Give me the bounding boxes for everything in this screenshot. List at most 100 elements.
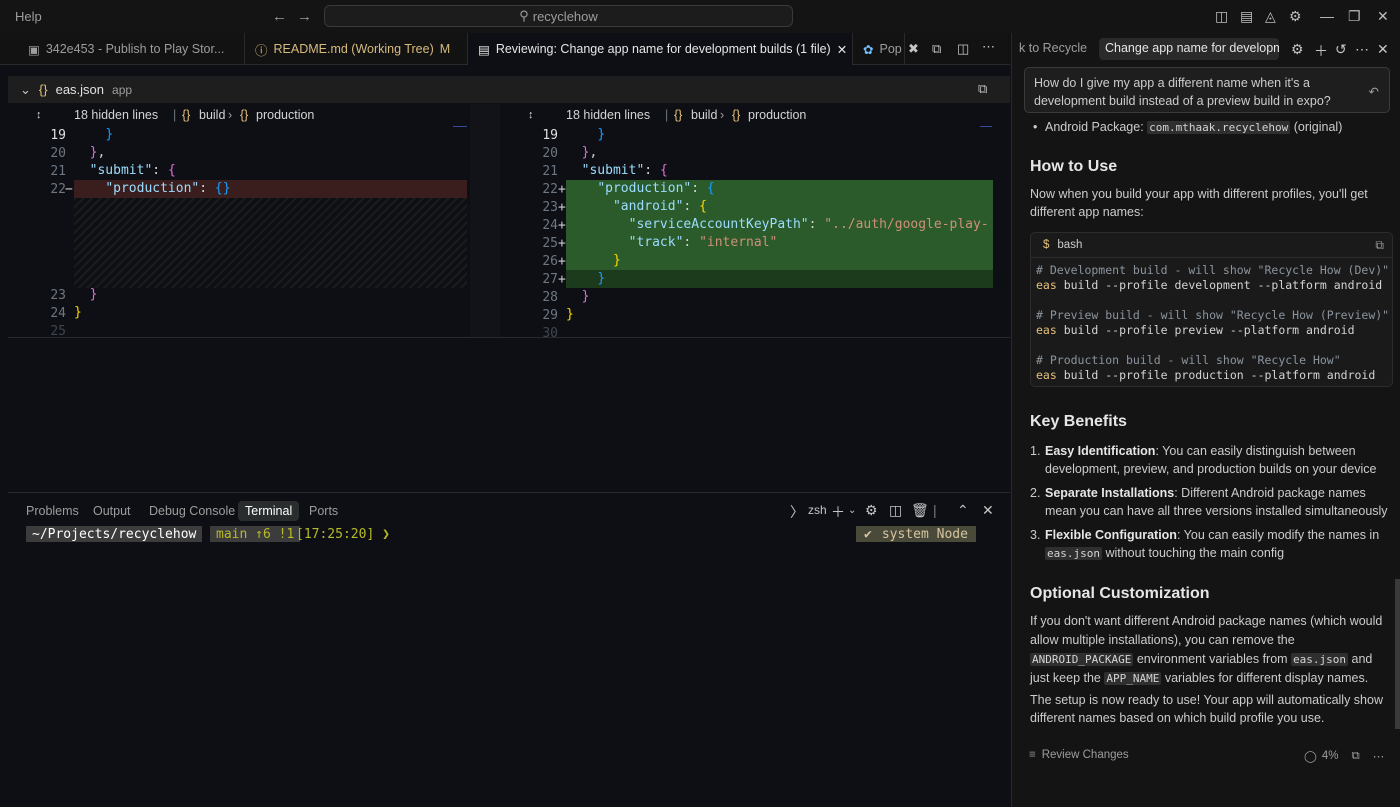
code-line: } bbox=[105, 127, 114, 142]
breadcrumb-build[interactable]: build bbox=[691, 108, 717, 122]
chevron-down-icon[interactable]: ⌄ bbox=[20, 82, 31, 98]
copy-icon[interactable]: ⧉ bbox=[932, 41, 941, 57]
code-line: "production": { bbox=[597, 181, 715, 196]
more-actions-icon[interactable]: ⋯ bbox=[1355, 41, 1369, 58]
menu-help[interactable]: Help bbox=[15, 9, 42, 24]
history-icon[interactable]: ↺ bbox=[1335, 41, 1347, 58]
chat-tab-previous[interactable]: k to Recycle bbox=[1019, 41, 1087, 55]
close-tab-icon[interactable]: ✕ bbox=[837, 42, 847, 57]
panel-tab-output[interactable]: Output bbox=[86, 501, 138, 521]
review-icon: ▤ bbox=[478, 42, 490, 57]
panel-tab-ports[interactable]: Ports bbox=[302, 501, 345, 521]
breadcrumb-production[interactable]: production bbox=[748, 108, 806, 122]
chat-tab-active[interactable]: Change app name for developmen bbox=[1099, 38, 1279, 60]
addition-marker: + bbox=[558, 200, 566, 215]
gear-icon[interactable]: ⚙ bbox=[865, 502, 878, 519]
benefit-item: 1. Easy Identification: You can easily di… bbox=[1030, 444, 1377, 476]
hidden-lines-bar[interactable]: ↕ 18 hidden lines | {} build › {} produc… bbox=[500, 104, 994, 126]
tab-pop[interactable]: ✿ Pop bbox=[853, 33, 905, 65]
breadcrumb-production[interactable]: production bbox=[256, 108, 314, 122]
user-question[interactable]: How do I give my app a different name wh… bbox=[1024, 67, 1390, 113]
split-editor-icon[interactable]: ◫ bbox=[957, 41, 969, 57]
context-usage: ◯ 4% ⧉ ⋯ bbox=[1304, 749, 1385, 764]
addition-marker: + bbox=[558, 218, 566, 233]
tab-reviewing[interactable]: ▤ Reviewing: Change app name for develop… bbox=[468, 33, 853, 65]
collapse-icon[interactable]: ✖ bbox=[908, 41, 919, 57]
file-header[interactable]: ⌄ {} eas.json app ⧉ bbox=[8, 76, 1010, 103]
progress-ring-icon: ◯ bbox=[1304, 751, 1317, 763]
tab-commit[interactable]: ▣ 342e453 - Publish to Play Stor... bbox=[18, 33, 245, 65]
settings-icon: ✿ bbox=[863, 42, 874, 57]
added-line-bg bbox=[566, 270, 993, 288]
command-center-search[interactable]: ⚲ recyclehow bbox=[324, 5, 793, 27]
toggle-panel-icon[interactable]: ▤ bbox=[1240, 8, 1253, 25]
tab-readme[interactable]: ⓘ README.md (Working Tree) M bbox=[245, 33, 468, 65]
panel-tab-terminal[interactable]: Terminal bbox=[238, 501, 300, 521]
new-chat-icon[interactable]: ＋ bbox=[1314, 41, 1328, 61]
chevron-down-icon[interactable]: ⌄ bbox=[848, 505, 856, 516]
shell-name[interactable]: zsh bbox=[808, 503, 827, 517]
maximize-panel-icon[interactable]: ⌃ bbox=[957, 502, 969, 519]
deletion-marker: − bbox=[65, 182, 73, 197]
close-chat-icon[interactable]: ✕ bbox=[1377, 41, 1389, 58]
close-window-icon[interactable]: ✕ bbox=[1377, 8, 1389, 25]
diff-modified-pane[interactable]: ↕ 18 hidden lines | {} build › {} produc… bbox=[500, 104, 994, 338]
line-number: 22 bbox=[50, 182, 66, 197]
close-panel-icon[interactable]: ✕ bbox=[982, 502, 994, 519]
tab-label: 342e453 - Publish to Play Stor... bbox=[45, 42, 225, 56]
prompt-time: [17:25:20] ❯ bbox=[296, 526, 390, 542]
code-line: "production": {} bbox=[105, 181, 231, 196]
back-arrow-icon[interactable]: ← bbox=[272, 8, 287, 25]
minimize-window-icon[interactable]: — bbox=[1320, 8, 1334, 24]
more-actions-icon[interactable]: ⋯ bbox=[982, 39, 995, 55]
expand-hidden-icon[interactable]: ↕ bbox=[528, 109, 534, 121]
line-number: 23 bbox=[50, 288, 66, 303]
panel-tab-debug-console[interactable]: Debug Console bbox=[142, 501, 242, 521]
breadcrumb-build[interactable]: build bbox=[199, 108, 225, 122]
toggle-secondary-sidebar-icon[interactable]: ◬ bbox=[1265, 8, 1276, 25]
copy-icon[interactable]: ⧉ bbox=[1352, 750, 1360, 763]
undo-icon[interactable]: ↶ bbox=[1369, 83, 1379, 101]
code-line: "submit": { bbox=[89, 163, 176, 178]
android-package-suffix: (original) bbox=[1293, 120, 1343, 134]
panel-tab-problems[interactable]: Problems bbox=[19, 501, 86, 521]
open-file-icon[interactable]: ⧉ bbox=[978, 81, 987, 97]
diff-original-pane[interactable]: ↕ 18 hidden lines | {} build › {} produc… bbox=[8, 104, 470, 338]
diff-hatch-fill bbox=[74, 198, 467, 288]
line-number: 20 bbox=[542, 146, 558, 161]
expand-hidden-icon[interactable]: ↕ bbox=[36, 109, 42, 121]
gear-icon[interactable]: ⚙ bbox=[1291, 41, 1304, 58]
question-text: How do I give my app a different name wh… bbox=[1034, 76, 1331, 108]
split-terminal-icon[interactable]: ◫ bbox=[889, 502, 902, 519]
addition-marker: + bbox=[558, 182, 566, 197]
new-terminal-icon[interactable]: ＋ bbox=[831, 502, 845, 522]
modified-badge: M bbox=[439, 42, 451, 56]
hidden-lines-label: 18 hidden lines bbox=[566, 108, 651, 122]
search-icon: ⚲ bbox=[519, 8, 529, 23]
hidden-lines-bar[interactable]: ↕ 18 hidden lines | {} build › {} produc… bbox=[8, 104, 470, 126]
code-line: } bbox=[74, 305, 82, 320]
line-number: 19 bbox=[50, 128, 66, 143]
line-number: 27 bbox=[542, 272, 558, 287]
code-command: eas build --profile development --platfo… bbox=[1036, 278, 1383, 292]
code-line: } bbox=[597, 271, 606, 286]
more-actions-icon[interactable]: ⋯ bbox=[1373, 749, 1385, 763]
toggle-primary-sidebar-icon[interactable]: ◫ bbox=[1215, 8, 1228, 25]
forward-arrow-icon[interactable]: → bbox=[297, 8, 312, 25]
separator: | bbox=[933, 502, 937, 518]
line-number: 25 bbox=[50, 324, 66, 338]
optional-customization-heading: Optional Customization bbox=[1030, 585, 1210, 602]
tab-label: Pop bbox=[879, 42, 902, 56]
copy-code-icon[interactable]: ⧉ bbox=[1375, 238, 1384, 253]
settings-gear-icon[interactable]: ⚙ bbox=[1289, 8, 1302, 25]
json-file-icon: {} bbox=[38, 82, 48, 97]
review-changes-button[interactable]: ≡ Review Changes bbox=[1029, 749, 1129, 761]
restore-window-icon[interactable]: ❐ bbox=[1348, 8, 1361, 25]
trash-icon[interactable]: 🗑 bbox=[911, 502, 929, 519]
line-number: 19 bbox=[542, 128, 558, 143]
file-description: app bbox=[112, 82, 133, 97]
chat-scrollbar[interactable] bbox=[1395, 579, 1400, 729]
code-line: "submit": { bbox=[581, 163, 668, 178]
addition-marker: + bbox=[558, 254, 566, 269]
tab-label: README.md (Working Tree) bbox=[273, 42, 434, 56]
